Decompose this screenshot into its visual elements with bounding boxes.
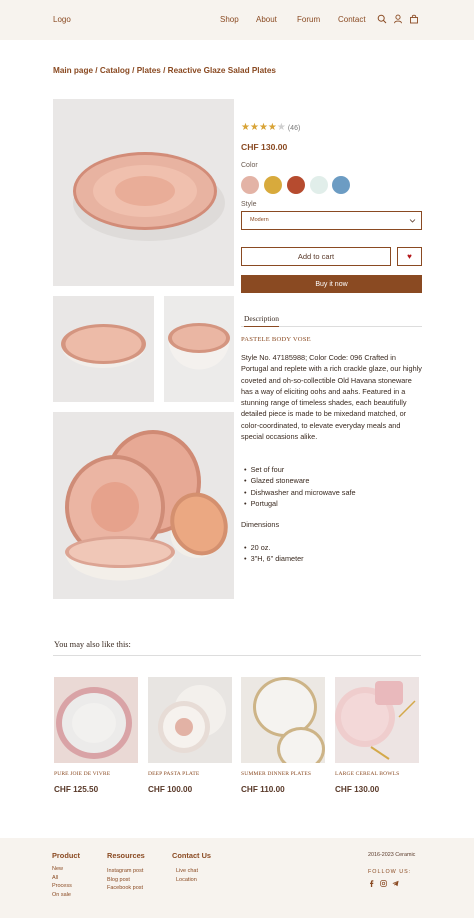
star-icon: ★ [249, 122, 259, 133]
facebook-icon[interactable] [368, 880, 375, 887]
product-thumb-bowl-2[interactable] [164, 296, 234, 402]
star-icon: ★ [267, 122, 277, 133]
site-footer: Product New All Process On sale Resource… [0, 838, 474, 918]
wishlist-button[interactable]: ♥ [397, 247, 422, 266]
related-price-1: CHF 125.50 [54, 785, 99, 794]
color-swatch-mint[interactable] [310, 176, 328, 194]
product-thumb-bowl-1[interactable] [53, 296, 154, 402]
color-swatch-mustard[interactable] [264, 176, 282, 194]
breadcrumb[interactable]: Main page / Catalog / Plates / Reactive … [53, 66, 276, 75]
follow-label: FOLLOW US: [368, 869, 412, 875]
color-swatch-blue[interactable] [332, 176, 350, 194]
color-swatch-rust[interactable] [287, 176, 305, 194]
add-to-cart-button[interactable]: Add to cart [241, 247, 391, 266]
nav-shop[interactable]: Shop [220, 15, 239, 24]
chevron-down-icon [409, 219, 416, 223]
list-item: Set of four [244, 464, 424, 475]
style-select[interactable]: Modern [241, 211, 422, 230]
footer-link[interactable]: Blog post [107, 877, 130, 883]
product-main-image[interactable] [53, 99, 234, 286]
related-image-4[interactable] [335, 677, 419, 763]
related-image-1[interactable] [54, 677, 138, 763]
user-icon[interactable] [393, 14, 403, 24]
rating-count: (46) [287, 125, 301, 132]
related-name-2[interactable]: DEEP PASTA PLATE [148, 771, 199, 777]
bag-icon[interactable] [409, 14, 419, 24]
related-title: You may also like this: [54, 640, 131, 649]
footer-link[interactable]: New [52, 866, 63, 872]
list-item: Dishwasher and microwave safe [244, 487, 424, 498]
dimensions-label: Dimensions [241, 520, 280, 529]
color-label: Color [241, 162, 258, 169]
rating[interactable]: ★★★★★ (46) [241, 122, 300, 133]
footer-product-title: Product [52, 851, 80, 860]
list-item: 20 oz. [244, 542, 424, 553]
instagram-icon[interactable] [380, 880, 387, 887]
footer-link[interactable]: Location [176, 877, 197, 883]
list-item: Portugal [244, 498, 424, 509]
buy-now-button[interactable]: Buy it now [241, 275, 422, 293]
related-price-4: CHF 130.00 [335, 785, 380, 794]
product-price: CHF 130.00 [241, 142, 288, 152]
feature-list: Set of four Glazed stoneware Dishwasher … [244, 464, 424, 509]
footer-link[interactable]: Live chat [176, 868, 198, 874]
product-description: Style No. 47185988; Color Code: 096 Craf… [241, 353, 422, 442]
telegram-icon[interactable] [392, 880, 399, 887]
footer-link[interactable]: Process [52, 883, 72, 889]
related-image-2[interactable] [148, 677, 232, 763]
list-item: Glazed stoneware [244, 475, 424, 486]
footer-link[interactable]: All [52, 875, 58, 881]
site-header: Logo Shop About Forum Contact [0, 0, 474, 40]
nav-contact[interactable]: Contact [338, 15, 366, 24]
star-icon: ★ [241, 122, 250, 133]
dimensions-list: 20 oz. 3"H, 6" diameter [244, 542, 424, 565]
related-price-3: CHF 110.00 [241, 785, 285, 794]
related-image-3[interactable] [241, 677, 325, 763]
search-icon[interactable] [377, 14, 387, 24]
description-tab-bar: Description [241, 312, 422, 327]
copyright: 2016-2023 Ceramic [368, 852, 416, 858]
footer-link[interactable]: Facebook post [107, 885, 143, 891]
star-empty-icon: ★ [276, 122, 286, 133]
related-name-3[interactable]: SUMMER DINNER PLATES [241, 771, 311, 777]
tab-description[interactable]: Description [244, 314, 279, 327]
list-item: 3"H, 6" diameter [244, 553, 424, 564]
footer-contact-title: Contact Us [172, 851, 212, 860]
related-price-2: CHF 100.00 [148, 785, 193, 794]
product-set-image[interactable] [53, 412, 234, 599]
footer-link[interactable]: On sale [52, 892, 71, 898]
footer-link[interactable]: Instagram post [107, 868, 143, 874]
related-name-4[interactable]: LARGE CEREAL BOWLS [335, 771, 399, 777]
divider [53, 655, 421, 656]
nav-forum[interactable]: Forum [297, 15, 320, 24]
logo[interactable]: Logo [53, 15, 71, 24]
heart-icon: ♥ [407, 252, 412, 261]
related-name-1[interactable]: PURE JOIE DE VIVRE [54, 771, 110, 777]
style-select-value: Modern [250, 217, 269, 223]
color-swatch-pink[interactable] [241, 176, 259, 194]
footer-resources-title: Resources [107, 851, 145, 860]
style-label: Style [241, 201, 257, 208]
star-icon: ★ [258, 122, 268, 133]
nav-about[interactable]: About [256, 15, 277, 24]
product-subtitle: PASTELE BODY VOSE [241, 336, 311, 343]
